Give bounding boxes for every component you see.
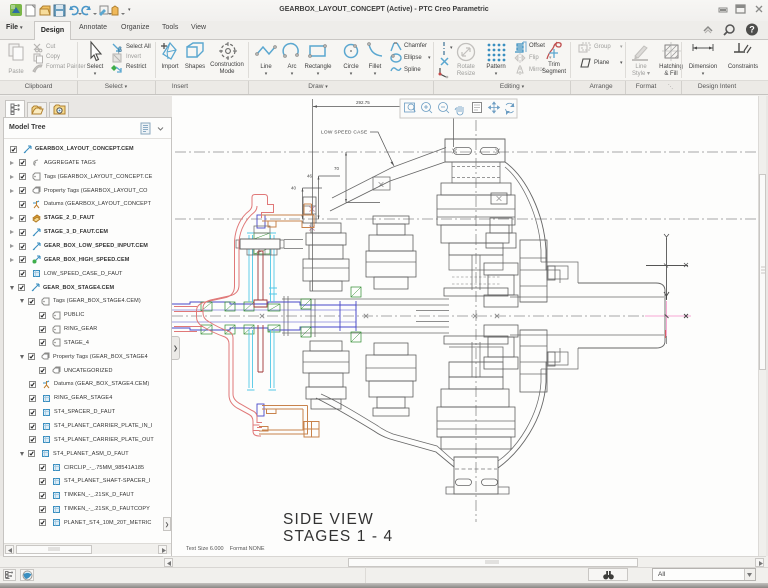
svg-text:70: 70 bbox=[334, 166, 340, 171]
svg-text:LOW SPEED CASE: LOW SPEED CASE bbox=[321, 130, 367, 136]
svg-text:?: ? bbox=[749, 25, 755, 35]
svg-text:40: 40 bbox=[291, 186, 297, 191]
svg-text:46: 46 bbox=[307, 174, 313, 179]
svg-text:292.75: 292.75 bbox=[356, 100, 370, 105]
